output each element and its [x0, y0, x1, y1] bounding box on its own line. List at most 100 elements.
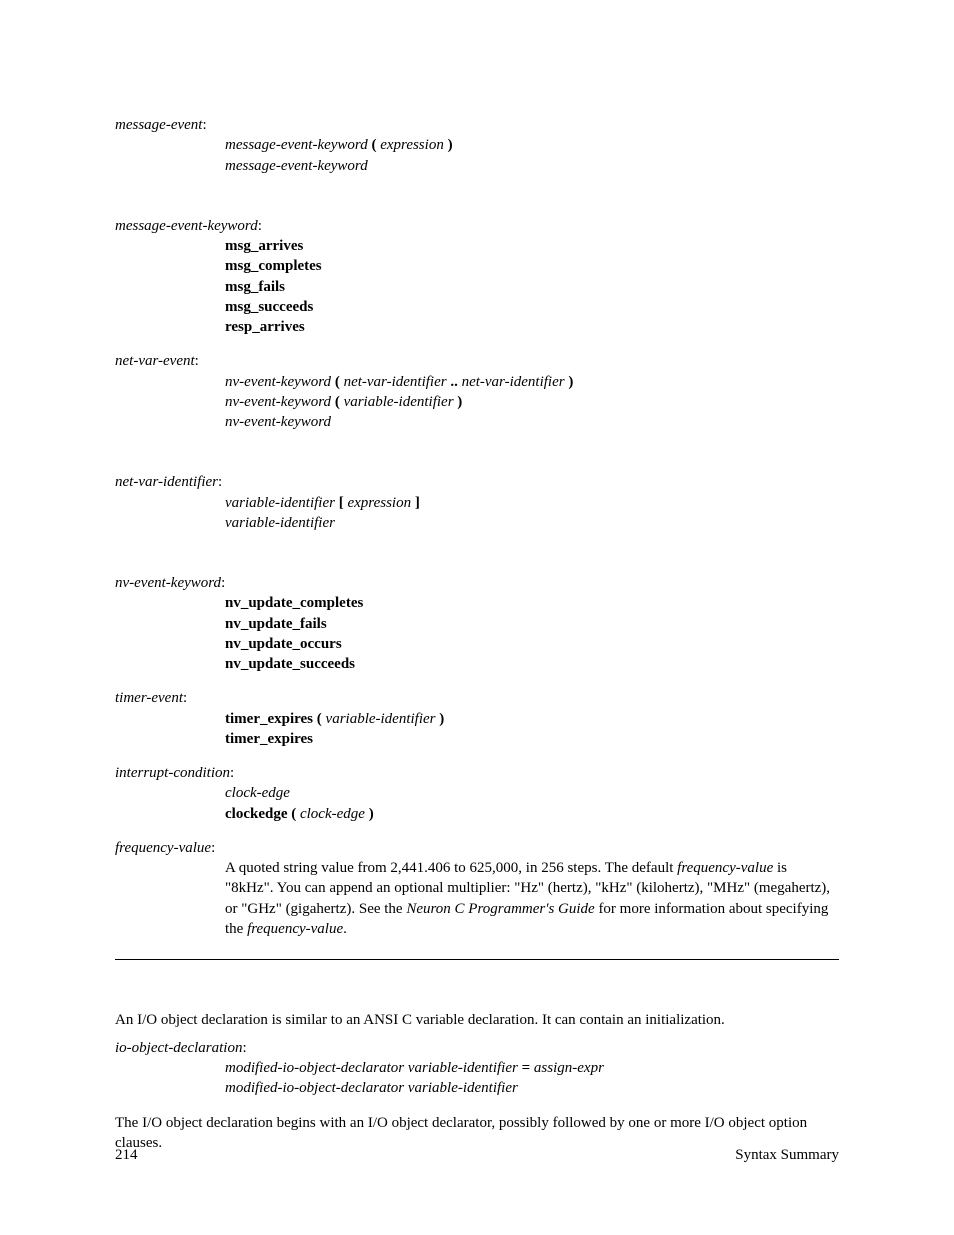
colon: :	[221, 575, 225, 591]
production-line: modified-io-object-declarator variable-i…	[225, 1078, 839, 1098]
terminal: [	[339, 495, 344, 511]
rule-body: variable-identifier [ expression ] varia…	[115, 493, 839, 534]
production-line: modified-io-object-declarator variable-i…	[225, 1058, 839, 1078]
footer-title: Syntax Summary	[735, 1145, 839, 1165]
nonterminal: modified-io-object-declarator variable-i…	[225, 1060, 518, 1076]
colon: :	[242, 1040, 246, 1056]
colon: :	[230, 765, 234, 781]
rule-body: nv_update_completes nv_update_fails nv_u…	[115, 593, 839, 674]
description-text: .	[343, 921, 347, 937]
keyword: nv_update_succeeds	[225, 654, 839, 674]
nonterminal: net-var-identifier	[462, 374, 565, 390]
nonterminal: expression	[347, 495, 411, 511]
nonterminal: assign-expr	[534, 1060, 604, 1076]
terminal: (	[371, 137, 376, 153]
terminal: )	[439, 711, 444, 727]
rule-name: message-event-keyword	[115, 218, 258, 234]
rule-name: interrupt-condition	[115, 765, 230, 781]
nonterminal: nv-event-keyword	[225, 374, 331, 390]
page-number: 214	[115, 1145, 138, 1165]
rule-body: message-event-keyword ( expression ) mes…	[115, 135, 839, 176]
production-line: variable-identifier [ expression ]	[225, 493, 839, 513]
terminal: )	[448, 137, 453, 153]
nonterminal: nv-event-keyword	[225, 394, 331, 410]
keyword: nv_update_completes	[225, 593, 839, 613]
terminal: (	[317, 711, 322, 727]
grammar-rule-message-event-keyword: message-event-keyword: msg_arrives msg_c…	[115, 216, 839, 338]
terminal: ..	[450, 374, 458, 390]
nonterminal: variable-identifier	[326, 711, 436, 727]
keyword: timer_expires	[225, 729, 839, 749]
section-divider	[115, 959, 839, 960]
rule-body: modified-io-object-declarator variable-i…	[115, 1058, 839, 1099]
rule-header: nv-event-keyword:	[115, 573, 839, 593]
rule-header: interrupt-condition:	[115, 763, 839, 783]
keyword: msg_completes	[225, 256, 839, 276]
production-line: clock-edge	[225, 783, 839, 803]
nonterminal: frequency-value	[677, 860, 773, 876]
nonterminal: net-var-identifier	[344, 374, 447, 390]
rule-name: nv-event-keyword	[115, 575, 221, 591]
terminal: (	[335, 374, 340, 390]
terminal: ]	[415, 495, 420, 511]
production-line: message-event-keyword ( expression )	[225, 135, 839, 155]
rule-body: clock-edge clockedge ( clock-edge )	[115, 783, 839, 824]
colon: :	[258, 218, 262, 234]
nonterminal: clock-edge	[300, 806, 365, 822]
terminal: clockedge (	[225, 806, 296, 822]
nonterminal: frequency-value	[247, 921, 343, 937]
rule-name: net-var-identifier	[115, 474, 218, 490]
rule-name: io-object-declaration	[115, 1040, 242, 1056]
rule-header: net-var-event:	[115, 351, 839, 371]
paragraph: An I/O object declaration is similar to …	[115, 1010, 839, 1030]
grammar-rule-nv-event-keyword: nv-event-keyword: nv_update_completes nv…	[115, 573, 839, 674]
grammar-rule-message-event: message-event: message-event-keyword ( e…	[115, 115, 839, 176]
page-footer: 214 Syntax Summary	[115, 1145, 839, 1165]
keyword: msg_fails	[225, 277, 839, 297]
grammar-rule-net-var-event: net-var-event: nv-event-keyword ( net-va…	[115, 351, 839, 432]
grammar-rule-timer-event: timer-event: timer_expires ( variable-id…	[115, 688, 839, 749]
grammar-rule-frequency-value: frequency-value: A quoted string value f…	[115, 838, 839, 939]
terminal: )	[369, 806, 374, 822]
grammar-rule-io-object-declaration: io-object-declaration: modified-io-objec…	[115, 1038, 839, 1099]
terminal: =	[522, 1060, 531, 1076]
rule-header: net-var-identifier:	[115, 472, 839, 492]
colon: :	[211, 840, 215, 856]
keyword: nv_update_occurs	[225, 634, 839, 654]
rule-name: frequency-value	[115, 840, 211, 856]
rule-body: timer_expires ( variable-identifier ) ti…	[115, 709, 839, 750]
colon: :	[195, 353, 199, 369]
nonterminal: message-event-keyword	[225, 137, 368, 153]
production-line: variable-identifier	[225, 513, 839, 533]
grammar-rule-interrupt-condition: interrupt-condition: clock-edge clockedg…	[115, 763, 839, 824]
keyword: timer_expires	[225, 711, 313, 727]
colon: :	[218, 474, 222, 490]
production-line: nv-event-keyword	[225, 412, 839, 432]
production-line: nv-event-keyword ( net-var-identifier ..…	[225, 372, 839, 392]
terminal: )	[568, 374, 573, 390]
production-line: nv-event-keyword ( variable-identifier )	[225, 392, 839, 412]
rule-name: message-event	[115, 117, 202, 133]
nonterminal: expression	[380, 137, 444, 153]
page-content: message-event: message-event-keyword ( e…	[0, 0, 954, 1153]
production-line: timer_expires ( variable-identifier )	[225, 709, 839, 729]
rule-header: message-event-keyword:	[115, 216, 839, 236]
rule-header: timer-event:	[115, 688, 839, 708]
rule-body: A quoted string value from 2,441.406 to …	[115, 858, 839, 939]
terminal: (	[335, 394, 340, 410]
colon: :	[202, 117, 206, 133]
keyword: msg_succeeds	[225, 297, 839, 317]
rule-header: message-event:	[115, 115, 839, 135]
rule-name: net-var-event	[115, 353, 195, 369]
rule-name: timer-event	[115, 690, 183, 706]
rule-body: nv-event-keyword ( net-var-identifier ..…	[115, 372, 839, 433]
reference-title: Neuron C Programmer's Guide	[406, 901, 594, 917]
keyword: msg_arrives	[225, 236, 839, 256]
nonterminal: variable-identifier	[344, 394, 454, 410]
production-line: message-event-keyword	[225, 156, 839, 176]
description-text: A quoted string value from 2,441.406 to …	[225, 860, 677, 876]
grammar-rule-net-var-identifier: net-var-identifier: variable-identifier …	[115, 472, 839, 533]
terminal: )	[457, 394, 462, 410]
nonterminal: variable-identifier	[225, 495, 335, 511]
rule-header: frequency-value:	[115, 838, 839, 858]
